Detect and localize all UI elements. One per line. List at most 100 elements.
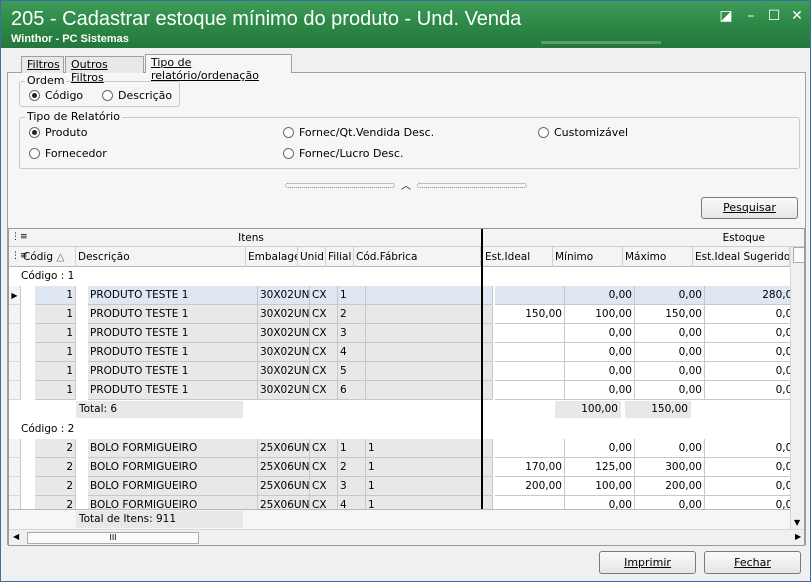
- cell-est-ideal[interactable]: 170,00: [495, 458, 565, 477]
- cell-filial[interactable]: 3: [338, 324, 366, 343]
- row-selector[interactable]: [9, 381, 21, 400]
- cell-descricao[interactable]: PRODUTO TESTE 1: [88, 305, 258, 324]
- cell-codigo[interactable]: 2: [35, 439, 76, 458]
- col-minimo[interactable]: Mínimo: [553, 247, 623, 267]
- col-codigo[interactable]: Códig △: [21, 247, 76, 267]
- col-est-ideal-sugerido[interactable]: Est.Ideal Sugerido: [693, 247, 790, 267]
- tab-tipo-relatorio[interactable]: Tipo de relatório/ordenação: [145, 54, 292, 82]
- cell-cod-fabrica[interactable]: 1: [366, 439, 493, 458]
- scroll-right-icon[interactable]: ▶: [795, 532, 801, 541]
- row-selector[interactable]: [9, 305, 21, 324]
- cell-minimo[interactable]: 0,00: [565, 343, 635, 362]
- imprimir-button[interactable]: Imprimir: [599, 551, 696, 574]
- cell-embalagem[interactable]: 25X06UN: [258, 477, 310, 496]
- scroll-thumb[interactable]: III: [27, 532, 199, 544]
- restore-icon[interactable]: ◪: [715, 7, 737, 25]
- maximize-icon[interactable]: ☐: [763, 7, 785, 25]
- col-est-ideal[interactable]: Est.Ideal: [483, 247, 553, 267]
- vertical-scrollbar[interactable]: ▼: [790, 247, 804, 529]
- cell-sugerido[interactable]: 0,00: [705, 458, 802, 477]
- cell-unid[interactable]: CX: [310, 305, 338, 324]
- cell-sugerido[interactable]: 0,00: [705, 343, 802, 362]
- cell-est-ideal[interactable]: 150,00: [495, 305, 565, 324]
- cell-est-ideal[interactable]: [495, 286, 565, 305]
- cell-embalagem[interactable]: 30X02UN: [258, 362, 310, 381]
- cell-cod-fabrica[interactable]: 1: [366, 458, 493, 477]
- cell-minimo[interactable]: 0,00: [565, 381, 635, 400]
- cell-codigo[interactable]: 1: [35, 305, 76, 324]
- cell-minimo[interactable]: 0,00: [565, 439, 635, 458]
- cell-descricao[interactable]: PRODUTO TESTE 1: [88, 286, 258, 305]
- table-row[interactable]: ▶ 1 PRODUTO TESTE 1 30X02UN CX 1 0,00 0,00 280,0…: [9, 286, 804, 305]
- cell-minimo[interactable]: 125,00: [565, 458, 635, 477]
- cell-sugerido[interactable]: 0,00: [705, 305, 802, 324]
- cell-codigo[interactable]: 2: [35, 477, 76, 496]
- cell-descricao[interactable]: BOLO FORMIGUEIRO: [88, 458, 258, 477]
- scroll-thumb[interactable]: [793, 247, 804, 263]
- cell-sugerido[interactable]: 0,00: [705, 362, 802, 381]
- tab-outros-filtros[interactable]: Outros Filtros: [65, 56, 144, 84]
- cell-codigo[interactable]: 1: [35, 343, 76, 362]
- cell-sugerido[interactable]: 0,00: [705, 381, 802, 400]
- cell-maximo[interactable]: 0,00: [635, 381, 705, 400]
- radio-customizavel[interactable]: Customizável: [538, 126, 628, 139]
- table-row[interactable]: 1 PRODUTO TESTE 1 30X02UN CX 6 0,00 0,00 0,00: [9, 381, 804, 400]
- cell-filial[interactable]: 1: [338, 439, 366, 458]
- cell-minimo[interactable]: 100,00: [565, 305, 635, 324]
- table-row[interactable]: 1 PRODUTO TESTE 1 30X02UN CX 2 150,00 100,00 15…: [9, 305, 804, 324]
- cell-unid[interactable]: CX: [310, 362, 338, 381]
- row-selector[interactable]: [9, 362, 21, 381]
- table-row[interactable]: 2 BOLO FORMIGUEIRO 25X06UN CX 2 1 170,00 125,00…: [9, 458, 804, 477]
- row-indicator-icon[interactable]: ▶: [9, 286, 21, 305]
- cell-cod-fabrica[interactable]: [366, 324, 493, 343]
- data-grid[interactable]: ⋮≡ Itens Estoque ⋮≡ Códig △ Descrição Em…: [8, 228, 805, 546]
- cell-filial[interactable]: 2: [338, 305, 366, 324]
- cell-descricao[interactable]: PRODUTO TESTE 1: [88, 362, 258, 381]
- cell-filial[interactable]: 1: [338, 286, 366, 305]
- col-descricao[interactable]: Descrição: [76, 247, 246, 267]
- radio-ordem-descricao[interactable]: Descrição: [102, 89, 172, 102]
- cell-minimo[interactable]: 100,00: [565, 477, 635, 496]
- cell-maximo[interactable]: 0,00: [635, 439, 705, 458]
- row-selector[interactable]: [9, 477, 21, 496]
- cell-sugerido[interactable]: 0,00: [705, 324, 802, 343]
- cell-filial[interactable]: 4: [338, 343, 366, 362]
- radio-ordem-codigo[interactable]: Código: [29, 89, 83, 102]
- cell-embalagem[interactable]: 30X02UN: [258, 305, 310, 324]
- cell-cod-fabrica[interactable]: [366, 362, 493, 381]
- col-filial[interactable]: Filial: [326, 247, 354, 267]
- col-maximo[interactable]: Máximo: [623, 247, 693, 267]
- cell-cod-fabrica[interactable]: [366, 305, 493, 324]
- cell-filial[interactable]: 5: [338, 362, 366, 381]
- cell-codigo[interactable]: 1: [35, 381, 76, 400]
- row-selector[interactable]: [9, 439, 21, 458]
- cell-cod-fabrica[interactable]: [366, 286, 493, 305]
- close-icon[interactable]: ✕: [786, 7, 808, 25]
- row-selector[interactable]: [9, 458, 21, 477]
- cell-unid[interactable]: CX: [310, 324, 338, 343]
- cell-codigo[interactable]: 1: [35, 362, 76, 381]
- title-bar[interactable]: 205 - Cadastrar estoque mínimo do produt…: [1, 1, 810, 48]
- cell-unid[interactable]: CX: [310, 458, 338, 477]
- horizontal-scrollbar[interactable]: ◀ III ▶: [9, 529, 804, 545]
- cell-embalagem[interactable]: 30X02UN: [258, 286, 310, 305]
- cell-cod-fabrica[interactable]: [366, 343, 493, 362]
- fechar-button[interactable]: Fechar: [704, 551, 801, 574]
- cell-unid[interactable]: CX: [310, 439, 338, 458]
- cell-embalagem[interactable]: 30X02UN: [258, 381, 310, 400]
- cell-unid[interactable]: CX: [310, 343, 338, 362]
- cell-maximo[interactable]: 0,00: [635, 324, 705, 343]
- minimize-icon[interactable]: –: [740, 7, 762, 25]
- cell-minimo[interactable]: 0,00: [565, 362, 635, 381]
- col-embalagem[interactable]: Embalage: [246, 247, 298, 267]
- row-selector[interactable]: [9, 343, 21, 362]
- cell-maximo[interactable]: 0,00: [635, 343, 705, 362]
- cell-est-ideal[interactable]: [495, 324, 565, 343]
- cell-descricao[interactable]: PRODUTO TESTE 1: [88, 324, 258, 343]
- cell-descricao[interactable]: PRODUTO TESTE 1: [88, 381, 258, 400]
- row-selector[interactable]: [9, 324, 21, 343]
- cell-minimo[interactable]: 0,00: [565, 286, 635, 305]
- group-header[interactable]: Código : 2: [21, 420, 74, 438]
- cell-codigo[interactable]: 1: [35, 286, 76, 305]
- cell-embalagem[interactable]: 30X02UN: [258, 324, 310, 343]
